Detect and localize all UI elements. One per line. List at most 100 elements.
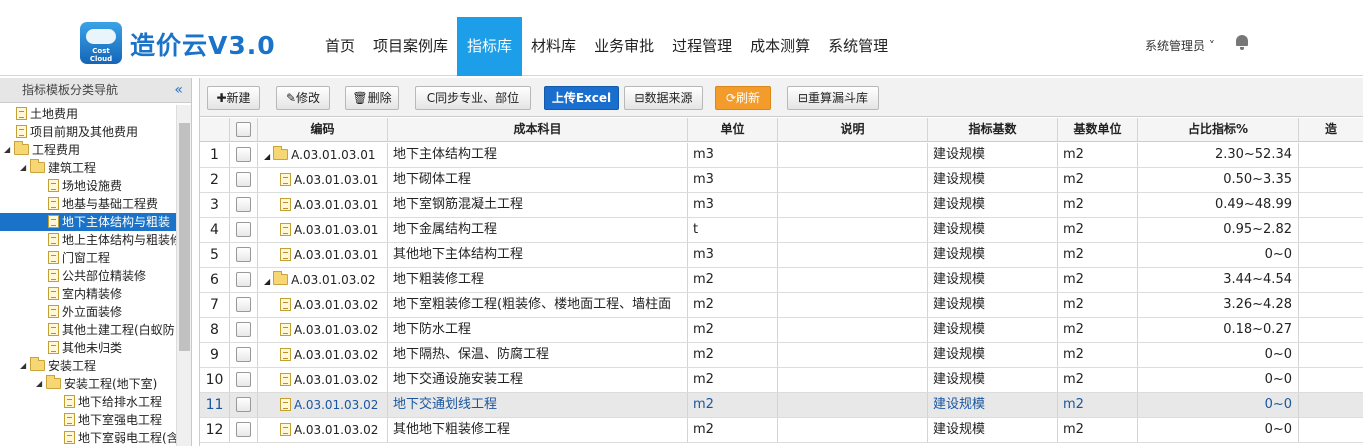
select-all-checkbox[interactable]: [236, 122, 251, 137]
tree-node[interactable]: 地下主体结构与粗装: [0, 213, 176, 231]
column-header[interactable]: 基数单位: [1058, 118, 1138, 141]
nav-item-6[interactable]: 成本测算: [741, 17, 819, 76]
row-checkbox[interactable]: [236, 172, 251, 187]
tree-node[interactable]: 项目前期及其他费用: [0, 123, 176, 141]
tree-node[interactable]: 地下给排水工程: [0, 393, 176, 411]
table-row[interactable]: 2 A.03.01.03.01 地下砌体工程 m3 建设规模 m2 0.50~3.35: [200, 168, 1363, 193]
tree-node[interactable]: ◢ 工程费用: [0, 141, 176, 159]
extra-cell: [1299, 268, 1363, 292]
expand-arrow-icon[interactable]: ◢: [4, 141, 14, 159]
nav-item-7[interactable]: 系统管理: [819, 17, 897, 76]
column-header[interactable]: 占比指标%: [1138, 118, 1299, 141]
code-text: A.03.01.03.01: [294, 198, 379, 212]
bell-icon[interactable]: [1236, 35, 1248, 50]
file-icon: [64, 413, 75, 426]
table-row[interactable]: 1 ◢ A.03.01.03.01 地下主体结构工程 m3 建设规模 m2 2.30~52.3…: [200, 143, 1363, 168]
sync-button[interactable]: C同步专业、部位: [415, 86, 531, 110]
table-row[interactable]: 7 A.03.01.03.02 地下室粗装修工程(粗装修、楼地面工程、墙柱面 m2 建设…: [200, 293, 1363, 318]
ratio-cell: 0~0: [1138, 368, 1299, 392]
subject-cell: 地下防水工程: [388, 318, 688, 342]
table-row[interactable]: 9 A.03.01.03.02 地下隔热、保温、防腐工程 m2 建设规模 m2 0~0: [200, 343, 1363, 368]
nav-item-0[interactable]: 首页: [316, 17, 364, 76]
user-menu[interactable]: 系统管理员 ˅: [1145, 37, 1215, 54]
row-checkbox[interactable]: [236, 347, 251, 362]
tree-node[interactable]: 其他土建工程(白蚁防: [0, 321, 176, 339]
row-checkbox[interactable]: [236, 397, 251, 412]
tree-node[interactable]: 土地费用: [0, 105, 176, 123]
row-checkbox[interactable]: [236, 197, 251, 212]
expand-arrow-icon[interactable]: ◢: [264, 277, 270, 286]
tree-node[interactable]: 外立面装修: [0, 303, 176, 321]
column-header[interactable]: 编码: [258, 118, 388, 141]
table-row[interactable]: 8 A.03.01.03.02 地下防水工程 m2 建设规模 m2 0.18~0.27: [200, 318, 1363, 343]
row-checkbox[interactable]: [236, 247, 251, 262]
data-source-button[interactable]: ⊟数据来源: [624, 86, 703, 110]
row-checkbox[interactable]: [236, 222, 251, 237]
row-checkbox[interactable]: [236, 272, 251, 287]
tree-node[interactable]: 室内精装修: [0, 285, 176, 303]
row-checkbox[interactable]: [236, 297, 251, 312]
row-checkbox[interactable]: [236, 322, 251, 337]
collapse-icon[interactable]: «: [174, 78, 183, 103]
expand-arrow-icon[interactable]: ◢: [20, 357, 30, 375]
nav-item-4[interactable]: 业务审批: [585, 17, 663, 76]
edit-button[interactable]: ✎修改: [276, 86, 330, 110]
table-row[interactable]: 12 A.03.01.03.02 其他地下粗装修工程 m2 建设规模 m2 0~0: [200, 418, 1363, 443]
delete-button[interactable]: 🗑删除: [345, 86, 399, 110]
tree-node[interactable]: ◢ 建筑工程: [0, 159, 176, 177]
tree-node[interactable]: 地下室强电工程: [0, 411, 176, 429]
code-text: A.03.01.03.01: [294, 248, 379, 262]
table-row[interactable]: 10 A.03.01.03.02 地下交通设施安装工程 m2 建设规模 m2 0~0: [200, 368, 1363, 393]
nav-item-3[interactable]: 材料库: [522, 17, 585, 76]
tree-node[interactable]: 公共部位精装修: [0, 267, 176, 285]
sidebar-scrollbar[interactable]: [176, 105, 191, 446]
tree-node[interactable]: 地上主体结构与粗装修: [0, 231, 176, 249]
table-row[interactable]: 4 A.03.01.03.01 地下金属结构工程 t 建设规模 m2 0.95~2.82: [200, 218, 1363, 243]
column-header[interactable]: [200, 118, 230, 141]
tree-node-label: 土地费用: [30, 107, 79, 121]
table-row[interactable]: 6 ◢ A.03.01.03.02 地下粗装修工程 m2 建设规模 m2 3.44~4.54: [200, 268, 1363, 293]
expand-arrow-icon[interactable]: ◢: [264, 152, 270, 161]
column-header[interactable]: 说明: [778, 118, 928, 141]
tree-node[interactable]: ◢ 安装工程(地下室): [0, 375, 176, 393]
base-unit-cell: m2: [1058, 368, 1138, 392]
extra-cell: [1299, 343, 1363, 367]
table-row[interactable]: 3 A.03.01.03.01 地下室钢筋混凝土工程 m3 建设规模 m2 0.49~48.…: [200, 193, 1363, 218]
tree-node[interactable]: 地下室弱电工程(含: [0, 429, 176, 446]
column-header[interactable]: 成本科目: [388, 118, 688, 141]
scrollbar-thumb[interactable]: [179, 123, 190, 351]
column-header[interactable]: 造: [1299, 118, 1363, 141]
tree-node[interactable]: 地基与基础工程费: [0, 195, 176, 213]
nav-item-1[interactable]: 项目案例库: [364, 17, 457, 76]
column-header[interactable]: [230, 118, 258, 141]
row-checkbox[interactable]: [236, 372, 251, 387]
folder-icon: [273, 146, 289, 160]
column-header[interactable]: 单位: [688, 118, 778, 141]
row-checkbox[interactable]: [236, 147, 251, 162]
subject-cell: 地下室钢筋混凝土工程: [388, 193, 688, 217]
recalc-funnel-button[interactable]: ⊟重算漏斗库: [787, 86, 879, 110]
expand-arrow-icon[interactable]: ◢: [36, 375, 46, 393]
refresh-button[interactable]: ⟳刷新: [715, 86, 771, 110]
base-unit-cell: m2: [1058, 218, 1138, 242]
file-icon: [48, 233, 59, 246]
table-row[interactable]: 5 A.03.01.03.01 其他地下主体结构工程 m3 建设规模 m2 0~0: [200, 243, 1363, 268]
nav-item-2[interactable]: 指标库: [457, 17, 523, 76]
tree-node-label: 公共部位精装修: [62, 269, 147, 283]
new-button[interactable]: ✚新建: [207, 86, 260, 110]
upload-excel-button[interactable]: 上传Excel: [544, 86, 619, 110]
extra-cell: [1299, 318, 1363, 342]
nav-item-5[interactable]: 过程管理: [663, 17, 741, 76]
expand-arrow-icon[interactable]: ◢: [20, 159, 30, 177]
tree-node[interactable]: 场地设施费: [0, 177, 176, 195]
tree-node[interactable]: 其他未归类: [0, 339, 176, 357]
column-header[interactable]: 指标基数: [928, 118, 1058, 141]
row-checkbox[interactable]: [236, 422, 251, 437]
logo-icon[interactable]: Cost Cloud: [80, 22, 122, 64]
table-row[interactable]: 11 A.03.01.03.02 地下交通划线工程 m2 建设规模 m2 0~0: [200, 393, 1363, 418]
tree-node-label: 地下室弱电工程(含: [78, 431, 176, 445]
code-cell: A.03.01.03.01: [258, 168, 388, 192]
tree-node[interactable]: ◢ 安装工程: [0, 357, 176, 375]
tree-node[interactable]: 门窗工程: [0, 249, 176, 267]
base-cell: 建设规模: [928, 318, 1058, 342]
